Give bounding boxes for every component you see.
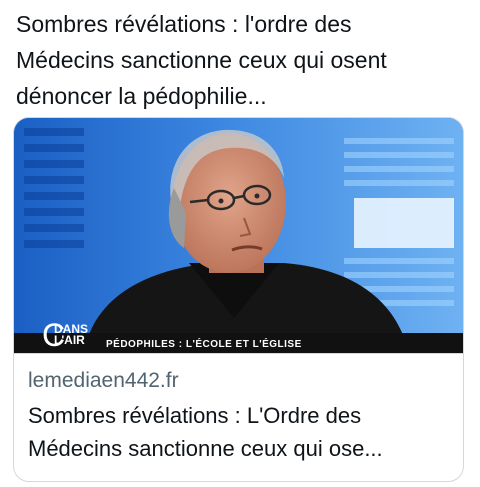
tv-still-illustration xyxy=(14,118,463,353)
card-domain[interactable]: lemediaen442.fr xyxy=(28,369,179,393)
tweet-text: Sombres révélations : l'ordre des Médeci… xyxy=(16,11,387,109)
logo-line-2: L'AIR xyxy=(54,333,85,347)
channel-logo: C DANS L'AIR xyxy=(42,319,94,351)
card-title[interactable]: Sombres révélations : L'Ordre des Médeci… xyxy=(28,399,453,465)
card-image[interactable]: PÉDOPHILES : L'ÉCOLE ET L'ÉGLISE C DANS … xyxy=(14,118,463,353)
caption-text: PÉDOPHILES : L'ÉCOLE ET L'ÉGLISE xyxy=(106,339,302,350)
card-meta[interactable]: lemediaen442.fr Sombres révélations : L'… xyxy=(14,353,463,481)
link-preview-card[interactable]: PÉDOPHILES : L'ÉCOLE ET L'ÉGLISE C DANS … xyxy=(13,117,464,482)
